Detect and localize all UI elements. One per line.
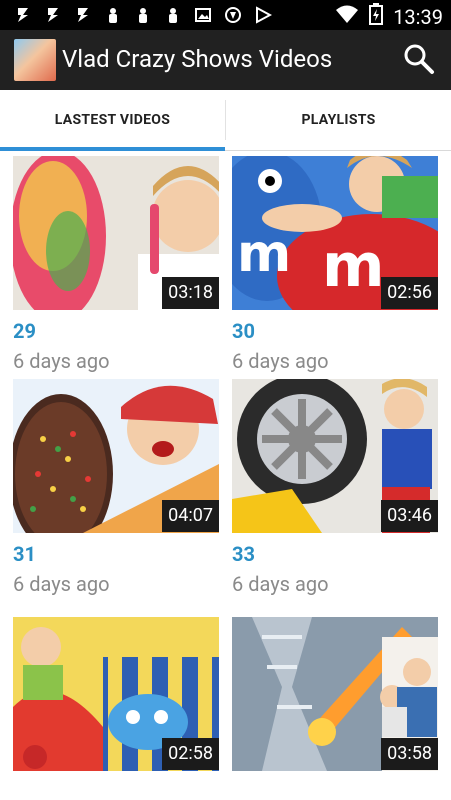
image-icon [194,6,212,24]
usb-icon [44,6,62,24]
video-duration: 03:58 [381,738,438,770]
wifi-icon [335,4,359,29]
usb-icon [74,6,92,24]
video-age: 6 days ago [232,572,329,596]
tab-playlists[interactable]: PLAYLISTS [226,90,451,150]
video-age: 6 days ago [13,349,110,373]
video-age: 6 days ago [13,572,110,596]
tab-label: LASTEST VIDEOS [54,112,171,128]
app-logo [14,39,56,81]
video-duration: 02:56 [381,277,438,309]
battery-charging-icon [369,3,384,30]
app-bar: Vlad Crazy Shows Videos [0,30,451,90]
video-age: 6 days ago [232,349,329,373]
tab-indicator [0,147,225,151]
video-duration: 02:58 [162,738,219,770]
tab-label: PLAYLISTS [301,112,376,128]
tab-latest-videos[interactable]: LASTEST VIDEOS [0,90,225,150]
video-title[interactable]: 29 [13,319,36,343]
battery-saver-icon [104,6,122,24]
shield-icon [224,6,242,24]
svg-text:m: m [322,231,385,301]
video-title[interactable]: 30 [232,319,255,343]
play-store-icon [254,6,273,24]
video-title[interactable]: 31 [13,542,36,566]
notification-icons [14,6,273,24]
tab-bar: LASTEST VIDEOS PLAYLISTS [0,90,451,151]
battery-saver-icon [134,6,152,24]
video-duration: 03:46 [381,500,438,532]
search-button[interactable] [401,41,437,77]
battery-saver-icon [164,6,182,24]
app-title: Vlad Crazy Shows Videos [62,45,333,73]
status-time: 13:39 [393,4,443,29]
system-status: 13:39 [335,3,443,30]
usb-icon [14,6,32,24]
video-title[interactable]: 33 [232,542,255,566]
video-duration: 04:07 [162,500,219,532]
video-duration: 03:18 [162,277,219,309]
search-icon [404,44,434,74]
svg-text:m: m [237,224,291,284]
status-bar: 13:39 [0,0,451,30]
